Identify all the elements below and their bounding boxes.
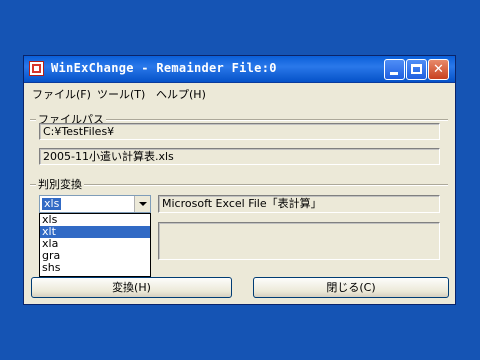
app-window: WinExChange - Remainder File:0 ✕ ファイル(F)… — [23, 55, 456, 305]
extension-dropdown-list[interactable]: xls xlt xla gra shs — [39, 213, 151, 277]
menu-tools[interactable]: ツール(T) — [97, 86, 145, 102]
window-title: WinExChange - Remainder File:0 — [51, 61, 277, 75]
menu-bar: ファイル(F) ツール(T) ヘルプ(H) — [24, 83, 455, 103]
close-window-button[interactable]: ✕ — [428, 59, 449, 80]
filename-field: 2005-11小遣い計算表.xls — [39, 148, 440, 165]
dropdown-button[interactable] — [134, 196, 150, 212]
minimize-icon — [390, 72, 398, 75]
conversion-result-area — [158, 222, 440, 260]
title-bar[interactable]: WinExChange - Remainder File:0 ✕ — [24, 56, 455, 83]
maximize-icon — [411, 64, 422, 74]
extension-select[interactable]: xls — [39, 195, 151, 213]
close-icon: ✕ — [433, 62, 444, 77]
convert-group-label: 判別変換 — [36, 176, 84, 192]
dropdown-option[interactable]: shs — [40, 262, 150, 274]
close-button[interactable]: 閉じる(C) — [253, 277, 449, 298]
menu-file[interactable]: ファイル(F) — [32, 86, 91, 102]
maximize-button[interactable] — [406, 59, 427, 80]
file-type-description: Microsoft Excel File「表計算」 — [158, 195, 440, 213]
app-icon[interactable] — [29, 61, 44, 76]
menu-help[interactable]: ヘルプ(H) — [156, 86, 206, 102]
dropdown-option[interactable]: xls — [40, 214, 150, 226]
minimize-button[interactable] — [384, 59, 405, 80]
folder-path-field: C:¥TestFiles¥ — [39, 123, 440, 140]
extension-selected-value: xls — [42, 197, 62, 210]
chevron-down-icon — [139, 202, 147, 206]
convert-group-border — [30, 184, 448, 186]
convert-button[interactable]: 変換(H) — [31, 277, 232, 298]
